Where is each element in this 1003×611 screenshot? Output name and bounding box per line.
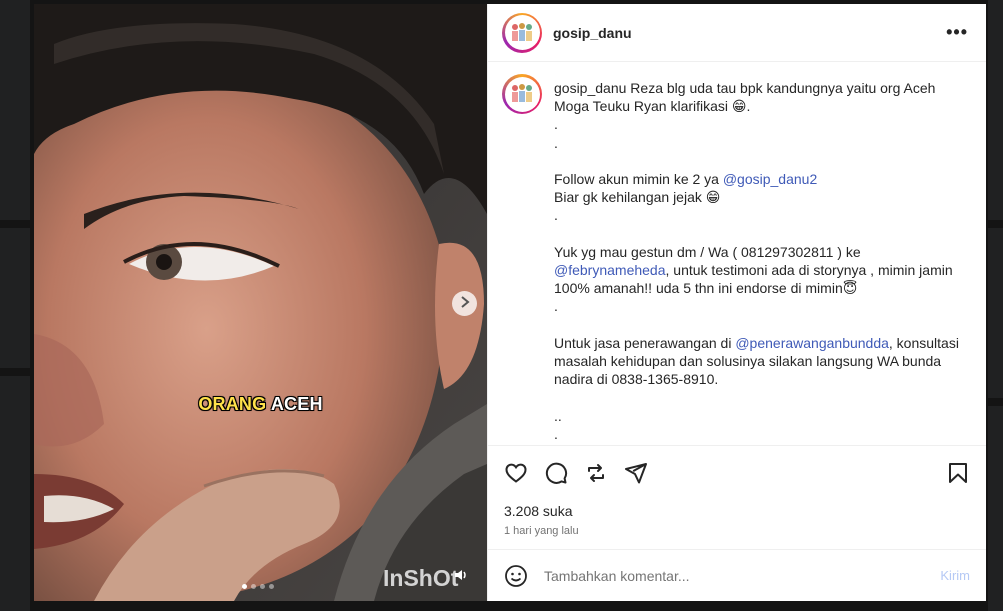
comment-button[interactable] bbox=[544, 461, 568, 485]
next-slide-button[interactable] bbox=[452, 291, 477, 316]
caption-username[interactable]: gosip_danu bbox=[554, 80, 626, 96]
carousel-dot bbox=[242, 584, 247, 589]
caption-text: Reza blg uda tau bpk kandungnya yaitu or… bbox=[554, 80, 959, 442]
smile-icon bbox=[505, 564, 527, 587]
emoji-button[interactable] bbox=[504, 564, 528, 588]
add-comment-bar: Kirim bbox=[488, 549, 986, 601]
repost-button[interactable] bbox=[584, 461, 608, 485]
save-button[interactable] bbox=[946, 461, 970, 485]
comment-icon bbox=[545, 462, 568, 484]
profile-picture-icon bbox=[512, 84, 532, 102]
overlay-word-highlight: ORANG bbox=[198, 394, 267, 414]
like-button[interactable] bbox=[504, 461, 528, 485]
carousel-dot bbox=[260, 584, 265, 589]
comment-input[interactable] bbox=[544, 567, 941, 584]
send-icon bbox=[625, 462, 647, 483]
video-text-overlay: ORANG ACEH bbox=[34, 394, 487, 415]
app-watermark: InShOt bbox=[383, 565, 459, 591]
profile-picture-icon bbox=[512, 22, 532, 41]
repost-icon bbox=[588, 463, 604, 482]
caption-section: gosip_danu Reza blg uda tau bpk kandungn… bbox=[488, 62, 986, 445]
video-frame bbox=[34, 4, 487, 601]
caption-avatar[interactable] bbox=[502, 74, 542, 114]
overlay-word: ACEH bbox=[270, 394, 323, 414]
post-details-panel: gosip_danu ••• gosip_danu Reza blg uda t… bbox=[487, 4, 986, 601]
mention-link[interactable]: @penerawanganbundda bbox=[735, 335, 889, 351]
heart-icon bbox=[505, 463, 527, 483]
mention-link[interactable]: @febrynameheda bbox=[554, 262, 666, 278]
carousel-dot bbox=[269, 584, 274, 589]
caption-text-segment: Biar gk kehilangan jejak 😁 . Yuk yg mau … bbox=[554, 189, 861, 260]
sound-toggle-button[interactable] bbox=[452, 568, 470, 586]
chevron-right-icon bbox=[460, 295, 470, 313]
post-author-username[interactable]: gosip_danu bbox=[553, 25, 632, 41]
post-header: gosip_danu ••• bbox=[488, 4, 986, 62]
post-comment-button[interactable]: Kirim bbox=[940, 568, 970, 583]
post-modal: ORANG ACEH InShOt gosip_danu ••• gosip_d… bbox=[34, 4, 986, 601]
bookmark-icon bbox=[949, 462, 967, 483]
post-media[interactable]: ORANG ACEH InShOt bbox=[34, 4, 487, 601]
post-caption: gosip_danu Reza blg uda tau bpk kandungn… bbox=[554, 79, 962, 445]
speaker-icon bbox=[454, 568, 468, 587]
action-bar bbox=[488, 445, 986, 499]
like-count[interactable]: 3.208 suka bbox=[488, 499, 986, 519]
avatar[interactable] bbox=[502, 12, 542, 53]
carousel-indicator bbox=[242, 584, 274, 589]
post-timestamp[interactable]: 1 hari yang lalu bbox=[488, 519, 986, 549]
carousel-dot bbox=[251, 584, 256, 589]
more-options-button[interactable]: ••• bbox=[946, 22, 972, 43]
mention-link[interactable]: @gosip_danu2 bbox=[723, 171, 817, 187]
share-button[interactable] bbox=[624, 461, 648, 485]
